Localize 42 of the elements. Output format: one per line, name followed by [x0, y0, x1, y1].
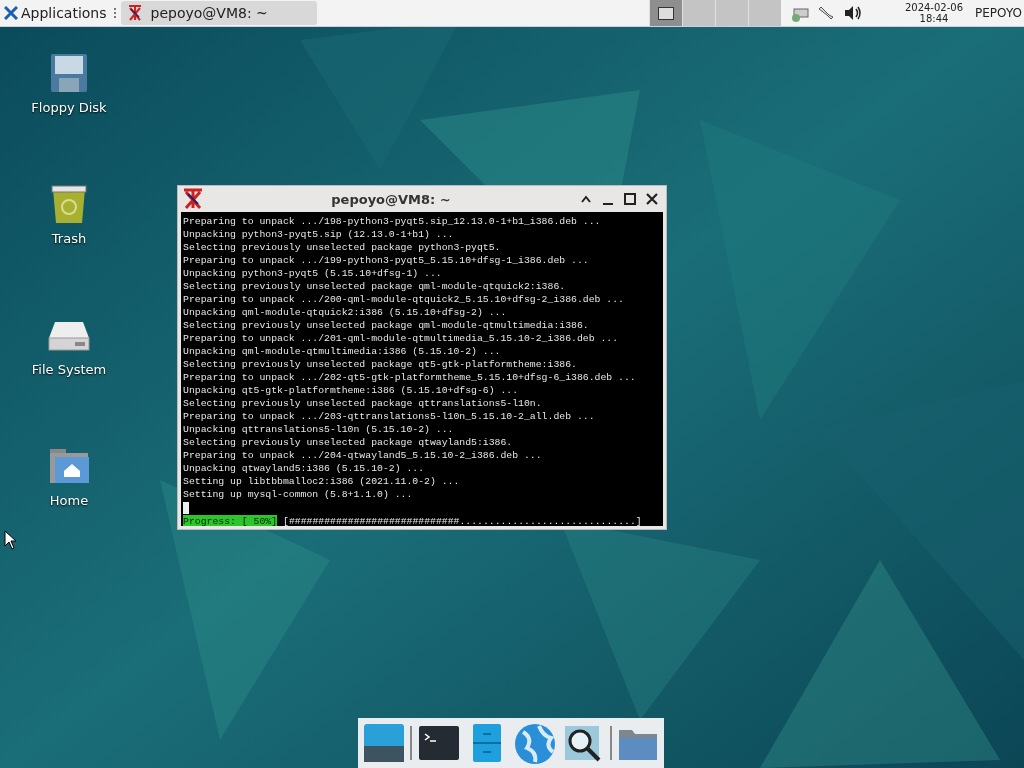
terminal-line: Unpacking qml-module-qtquick2:i386 (5.15.10+dfsg-2) ...	[183, 306, 508, 319]
terminal-line: Unpacking qt5-gtk-platformtheme:i386 (5.15.10+dfsg-6) ...	[183, 384, 520, 397]
close-icon[interactable]	[644, 191, 660, 207]
applications-menu[interactable]: Applications	[0, 0, 111, 26]
terminal-line: Selecting previously unselected package qt5-gtk-platformtheme:i386.	[183, 358, 578, 371]
terminal-line: Unpacking qtwayland5:i386 (5.15.10-2) ...	[183, 462, 426, 475]
terminal-line: Unpacking qml-module-qtmultimedia:i386 (5.15.10-2) ...	[183, 345, 502, 358]
terminal-line: Preparing to unpack .../200-qml-module-qtquick2_5.15.10+dfsg-2_i386.deb ...	[183, 293, 625, 306]
terminal-line: Preparing to unpack .../199-python3-pyqt5_5.15.10+dfsg-1_i386.deb ...	[183, 254, 590, 267]
icon-label[interactable]: Home	[49, 493, 89, 508]
mouse-pointer-icon	[4, 530, 18, 550]
maximize-icon[interactable]	[622, 191, 638, 207]
icon-label[interactable]: Trash	[51, 231, 87, 246]
terminal-line: Selecting previously unselected package qttranslations5-l10n.	[183, 397, 543, 410]
terminal-line: Preparing to unpack .../203-qttranslations5-l10n_5.15.10-2_all.deb ...	[183, 410, 596, 423]
icon-label[interactable]: Floppy Disk	[31, 100, 107, 115]
terminal-line: Unpacking python3-pyqt5 (5.15.10+dfsg-1) ...	[183, 267, 443, 280]
terminal-line: Selecting previously unselected package qml-module-qtmultimedia:i386.	[183, 319, 590, 332]
progress-label: Progress: [ 50%]	[183, 515, 278, 526]
workspace-button[interactable]	[648, 0, 682, 26]
terminal-line: Setting up mysql-common (5.8+1.1.0) ...	[183, 488, 414, 501]
terminal-line: Preparing to unpack .../198-python3-pyqt5.sip_12.13.0-1+b1_i386.deb ...	[183, 215, 602, 228]
show-desktop-icon[interactable]	[362, 722, 407, 764]
taskbar-button[interactable]: pepoyo@VM8: ~	[120, 1, 317, 25]
terminal-line: Selecting previously unselected package qtwayland5:i386.	[183, 436, 514, 449]
xfce-mouse-icon	[4, 6, 18, 20]
terminal-line: Unpacking qttranslations5-l10n (5.15.10-2) ...	[183, 423, 455, 436]
terminal-line: Preparing to unpack .../204-qtwayland5_5.15.10-2_i386.deb ...	[183, 449, 543, 462]
terminal-line: Preparing to unpack .../201-qml-module-qtmultimedia_5.15.10-2_i386.deb ...	[183, 332, 620, 345]
progress-bar-text: [#############################..............................]	[283, 515, 642, 526]
terminal-line: Setting up libtbbmalloc2:i386 (2021.11.0-2) ...	[183, 475, 461, 488]
clock[interactable]: 2024-02-06 18:44	[904, 2, 964, 24]
user-name[interactable]: PEPOYO	[975, 6, 1022, 20]
window-title: pepoyo@VM8: ~	[330, 191, 452, 207]
terminal-line: Selecting previously unselected package qml-module-qtquick2:i386.	[183, 280, 567, 293]
terminal-x-icon	[182, 188, 204, 210]
terminal-x-icon	[126, 5, 143, 21]
icon-label[interactable]: File System	[31, 362, 107, 377]
terminal-line: Preparing to unpack .../202-qt5-gtk-platformtheme_5.15.10+dfsg-6_i386.deb ...	[183, 371, 637, 384]
terminal-line: Unpacking python3-pyqt5.sip (12.13.0-1+b1) ...	[183, 228, 455, 241]
text-cursor	[183, 502, 189, 514]
terminal-line: Selecting previously unselected package python3-pyqt5.	[183, 241, 502, 254]
